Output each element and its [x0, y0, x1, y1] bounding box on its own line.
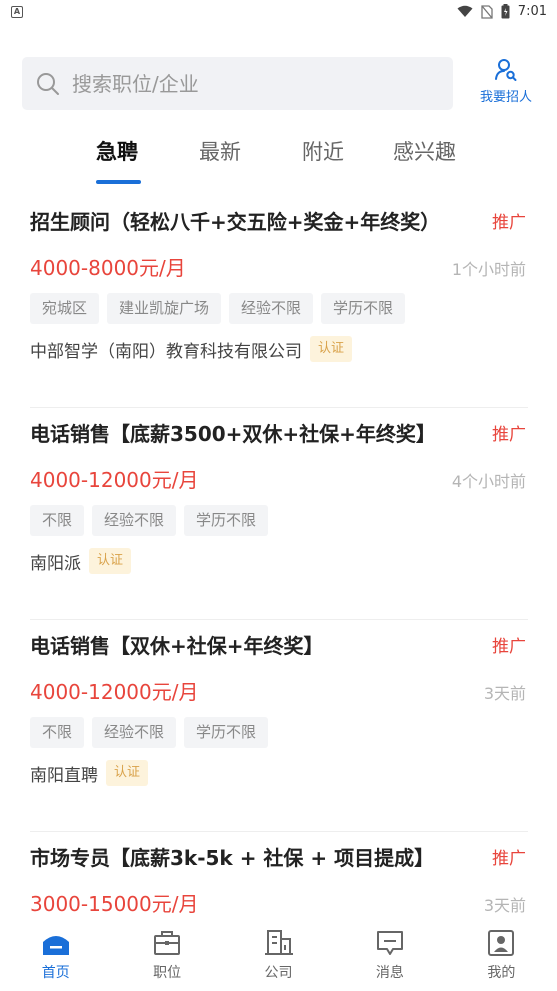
nav-jobs-label: 职位 [153, 965, 182, 981]
job-title: 电话销售【双休+社保+年终奖】 [30, 634, 324, 658]
company-row: 中部智学（南阳）教育科技有限公司 认证 [30, 336, 353, 362]
job-title: 市场专员【底薪3k-5k + 社保 + 项目提成】 [30, 846, 435, 870]
search-bar[interactable] [22, 57, 453, 110]
job-salary: 4000-12000元/月 [30, 680, 199, 704]
nav-messages[interactable]: 消息 [334, 922, 445, 991]
job-tag: 不限 [30, 505, 85, 536]
company-name: 中部智学（南阳）教育科技有限公司 [30, 341, 302, 362]
job-tag: 经验不限 [92, 505, 177, 536]
home-icon [42, 936, 69, 955]
job-card[interactable]: 市场专员【底薪3k-5k + 社保 + 项目提成】 推广 3000-15000元… [30, 832, 528, 922]
verified-badge: 认证 [106, 760, 149, 786]
job-tag: 经验不限 [229, 293, 314, 324]
nav-home[interactable]: 首页 [0, 922, 111, 991]
company-name: 南阳派 [30, 553, 81, 574]
tab-interested[interactable]: 感兴趣 [393, 136, 456, 166]
job-card[interactable]: 电话销售【底薪3500+双休+社保+年终奖】 推广 4000-12000元/月 … [30, 408, 528, 620]
nav-company[interactable]: 公司 [223, 922, 334, 991]
job-card[interactable]: 招生顾问（轻松八千+交五险+奖金+年终奖） 推广 4000-8000元/月 1个… [30, 196, 528, 408]
message-icon [376, 931, 403, 955]
nav-jobs[interactable]: 职位 [111, 922, 222, 991]
battery-icon [501, 4, 510, 19]
promoted-badge: 推广 [492, 637, 526, 657]
status-indicators: 7:01 [457, 4, 547, 19]
recruit-label: 我要招人 [479, 90, 532, 105]
job-tag: 不限 [30, 717, 85, 748]
category-tabs: 急聘 最新 附近 感兴趣 [0, 128, 557, 184]
job-time: 3天前 [483, 896, 526, 915]
company-name: 南阳直聘 [30, 765, 98, 786]
job-title: 招生顾问（轻松八千+交五险+奖金+年终奖） [30, 210, 441, 234]
nav-company-label: 公司 [264, 965, 293, 981]
nav-messages-label: 消息 [375, 965, 404, 981]
job-tags: 不限 经验不限 学历不限 [30, 717, 269, 748]
profile-icon [488, 930, 515, 956]
job-tag: 学历不限 [184, 717, 269, 748]
briefcase-icon [154, 931, 181, 955]
job-tags: 宛城区 建业凯旋广场 经验不限 学历不限 [30, 293, 406, 324]
company-row: 南阳直聘 认证 [30, 760, 149, 786]
search-input[interactable] [72, 71, 432, 96]
status-time: 7:01 [517, 4, 547, 19]
job-tag: 建业凯旋广场 [107, 293, 222, 324]
status-bar: A 7:01 [0, 0, 557, 26]
wifi-icon [457, 5, 473, 17]
job-card[interactable]: 电话销售【双休+社保+年终奖】 推广 4000-12000元/月 3天前 不限 … [30, 620, 528, 832]
building-icon [264, 930, 293, 955]
verified-badge: 认证 [310, 336, 353, 362]
job-tag: 宛城区 [30, 293, 100, 324]
company-row: 南阳派 认证 [30, 548, 132, 574]
job-title: 电话销售【底薪3500+双休+社保+年终奖】 [30, 422, 436, 446]
job-tag: 经验不限 [92, 717, 177, 748]
job-time: 4个小时前 [451, 472, 526, 491]
no-sim-icon [481, 4, 493, 19]
app-notification-icon: A [11, 6, 23, 18]
job-salary: 4000-12000元/月 [30, 468, 199, 492]
job-tags: 不限 经验不限 学历不限 [30, 505, 269, 536]
job-time: 3天前 [483, 684, 526, 703]
tab-nearby[interactable]: 附近 [302, 136, 344, 166]
search-icon [37, 72, 59, 95]
active-tab-indicator [96, 180, 141, 184]
bottom-nav: 首页 职位 公司 消息 我的 [0, 922, 557, 991]
tab-urgent[interactable]: 急聘 [96, 136, 138, 166]
job-salary: 3000-15000元/月 [30, 892, 199, 916]
job-tag: 学历不限 [184, 505, 269, 536]
job-time: 1个小时前 [451, 260, 526, 279]
nav-home-label: 首页 [41, 965, 70, 981]
promoted-badge: 推广 [492, 213, 526, 233]
job-tag: 学历不限 [321, 293, 406, 324]
verified-badge: 认证 [89, 548, 132, 574]
nav-profile[interactable]: 我的 [446, 922, 557, 991]
promoted-badge: 推广 [492, 425, 526, 445]
tab-latest[interactable]: 最新 [199, 136, 241, 166]
job-salary: 4000-8000元/月 [30, 256, 186, 280]
recruiter-icon [495, 59, 517, 81]
promoted-badge: 推广 [492, 849, 526, 869]
recruit-button[interactable]: 我要招人 [470, 58, 542, 112]
nav-profile-label: 我的 [487, 965, 516, 981]
